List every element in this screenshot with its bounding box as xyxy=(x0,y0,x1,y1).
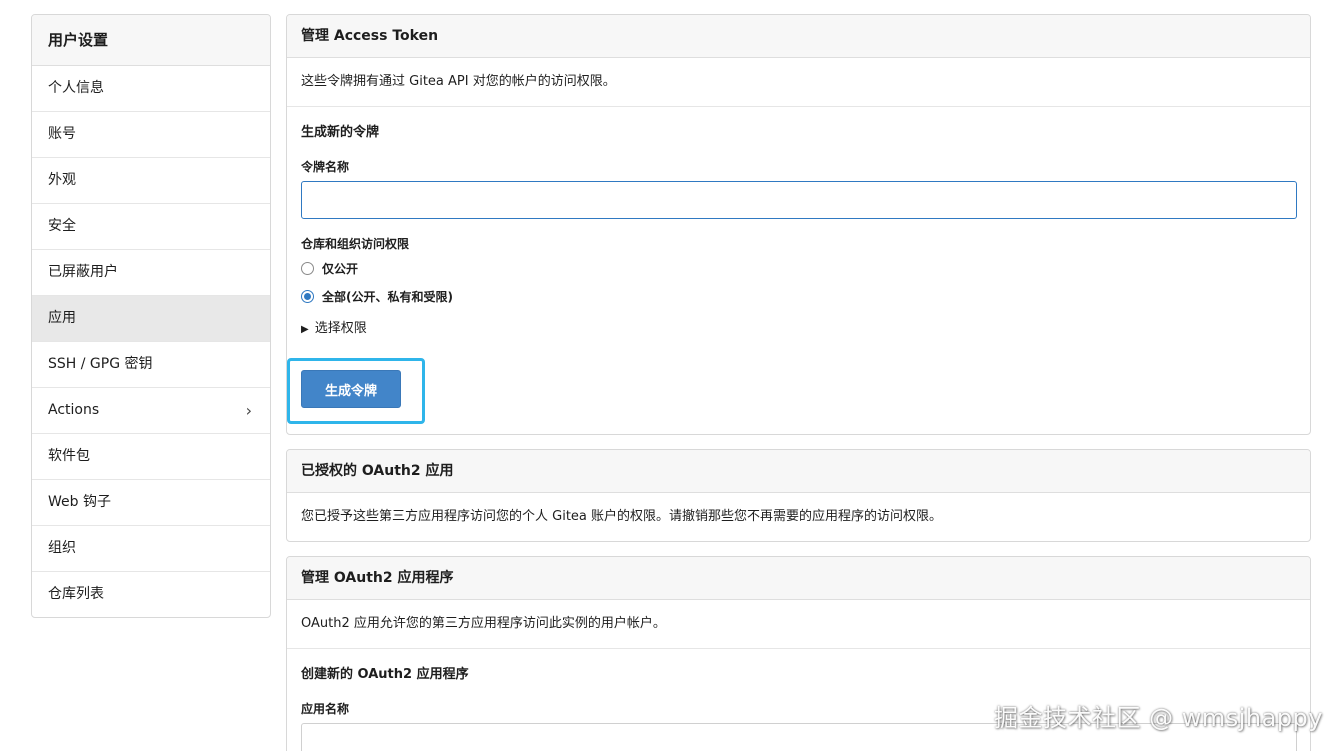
settings-main: 管理 Access Token 这些令牌拥有通过 Gitea API 对您的帐户… xyxy=(286,14,1311,751)
sidebar-item-label: 应用 xyxy=(48,310,76,326)
chevron-right-icon: › xyxy=(245,401,252,420)
sidebar-item-applications[interactable]: 应用 xyxy=(32,296,270,342)
token-name-label: 令牌名称 xyxy=(301,160,350,174)
sidebar-item-label: 账号 xyxy=(48,126,76,142)
sidebar-item-label: 已屏蔽用户 xyxy=(48,264,118,280)
token-name-input[interactable] xyxy=(301,181,1297,219)
radio-all-label: 全部(公开、私有和受限) xyxy=(322,289,453,304)
authorized-oauth-panel: 已授权的 OAuth2 应用 您已授予这些第三方应用程序访问您的个人 Gitea… xyxy=(286,449,1311,542)
manage-oauth-description: OAuth2 应用允许您的第三方应用程序访问此实例的用户帐户。 xyxy=(287,600,1310,649)
scope-all-option[interactable]: 全部(公开、私有和受限) xyxy=(301,284,1296,308)
triangle-right-icon: ▶ xyxy=(301,324,309,335)
sidebar-item-label: Actions xyxy=(48,402,100,418)
sidebar-item-label: 个人信息 xyxy=(48,80,104,96)
sidebar-item-label: 组织 xyxy=(48,540,76,556)
generate-token-button[interactable]: 生成令牌 xyxy=(301,370,401,408)
sidebar-item-repositories[interactable]: 仓库列表 xyxy=(32,572,270,617)
sidebar-item-appearance[interactable]: 外观 xyxy=(32,158,270,204)
sidebar-item-organizations[interactable]: 组织 xyxy=(32,526,270,572)
sidebar-item-label: 软件包 xyxy=(48,448,90,464)
access-token-title: 管理 Access Token xyxy=(287,15,1310,58)
sidebar-item-label: 外观 xyxy=(48,172,76,188)
scope-public-option[interactable]: 仅公开 xyxy=(301,256,1296,280)
sidebar-item-profile[interactable]: 个人信息 xyxy=(32,66,270,112)
sidebar-title: 用户设置 xyxy=(32,15,270,66)
generate-token-form-title: 生成新的令牌 xyxy=(301,125,380,140)
sidebar-item-actions[interactable]: Actions › xyxy=(32,388,270,434)
sidebar-item-webhooks[interactable]: Web 钩子 xyxy=(32,480,270,526)
select-permissions-toggle[interactable]: ▶ 选择权限 xyxy=(301,318,1296,340)
radio-all[interactable] xyxy=(301,289,314,303)
settings-sidebar: 用户设置 个人信息 账号 外观 安全 已屏蔽用户 应用 SSH / GPG 密钥… xyxy=(31,14,271,618)
generate-token-form: 生成新的令牌 令牌名称 仓库和组织访问权限 仅公开 全部(公开、私有和受限) ▶… xyxy=(287,107,1310,434)
sidebar-item-label: 仓库列表 xyxy=(48,586,104,602)
sidebar-item-label: 安全 xyxy=(48,218,76,234)
generate-token-button-wrapper: 生成令牌 xyxy=(287,358,425,424)
access-token-description: 这些令牌拥有通过 Gitea API 对您的帐户的访问权限。 xyxy=(287,58,1310,107)
sidebar-item-label: Web 钩子 xyxy=(48,494,111,510)
sidebar-item-ssh-gpg-keys[interactable]: SSH / GPG 密钥 xyxy=(32,342,270,388)
sidebar-item-packages[interactable]: 软件包 xyxy=(32,434,270,480)
authorized-oauth-title: 已授权的 OAuth2 应用 xyxy=(287,450,1310,493)
create-oauth-form-title: 创建新的 OAuth2 应用程序 xyxy=(301,667,469,682)
settings-page: 用户设置 个人信息 账号 外观 安全 已屏蔽用户 应用 SSH / GPG 密钥… xyxy=(0,0,1343,751)
radio-public-label: 仅公开 xyxy=(322,261,359,276)
sidebar-item-account[interactable]: 账号 xyxy=(32,112,270,158)
radio-public[interactable] xyxy=(301,261,314,275)
watermark: 掘金技术社区 @ wmsjhappy xyxy=(993,704,1323,732)
sidebar-item-blocked-users[interactable]: 已屏蔽用户 xyxy=(32,250,270,296)
sidebar-item-security[interactable]: 安全 xyxy=(32,204,270,250)
select-permissions-label: 选择权限 xyxy=(314,321,367,336)
access-token-panel: 管理 Access Token 这些令牌拥有通过 Gitea API 对您的帐户… xyxy=(286,14,1311,435)
token-scope-label: 仓库和组织访问权限 xyxy=(301,237,410,251)
sidebar-item-label: SSH / GPG 密钥 xyxy=(48,356,153,372)
manage-oauth-title: 管理 OAuth2 应用程序 xyxy=(287,557,1310,600)
authorized-oauth-description: 您已授予这些第三方应用程序访问您的个人 Gitea 账户的权限。请撤销那些您不再… xyxy=(301,509,943,524)
